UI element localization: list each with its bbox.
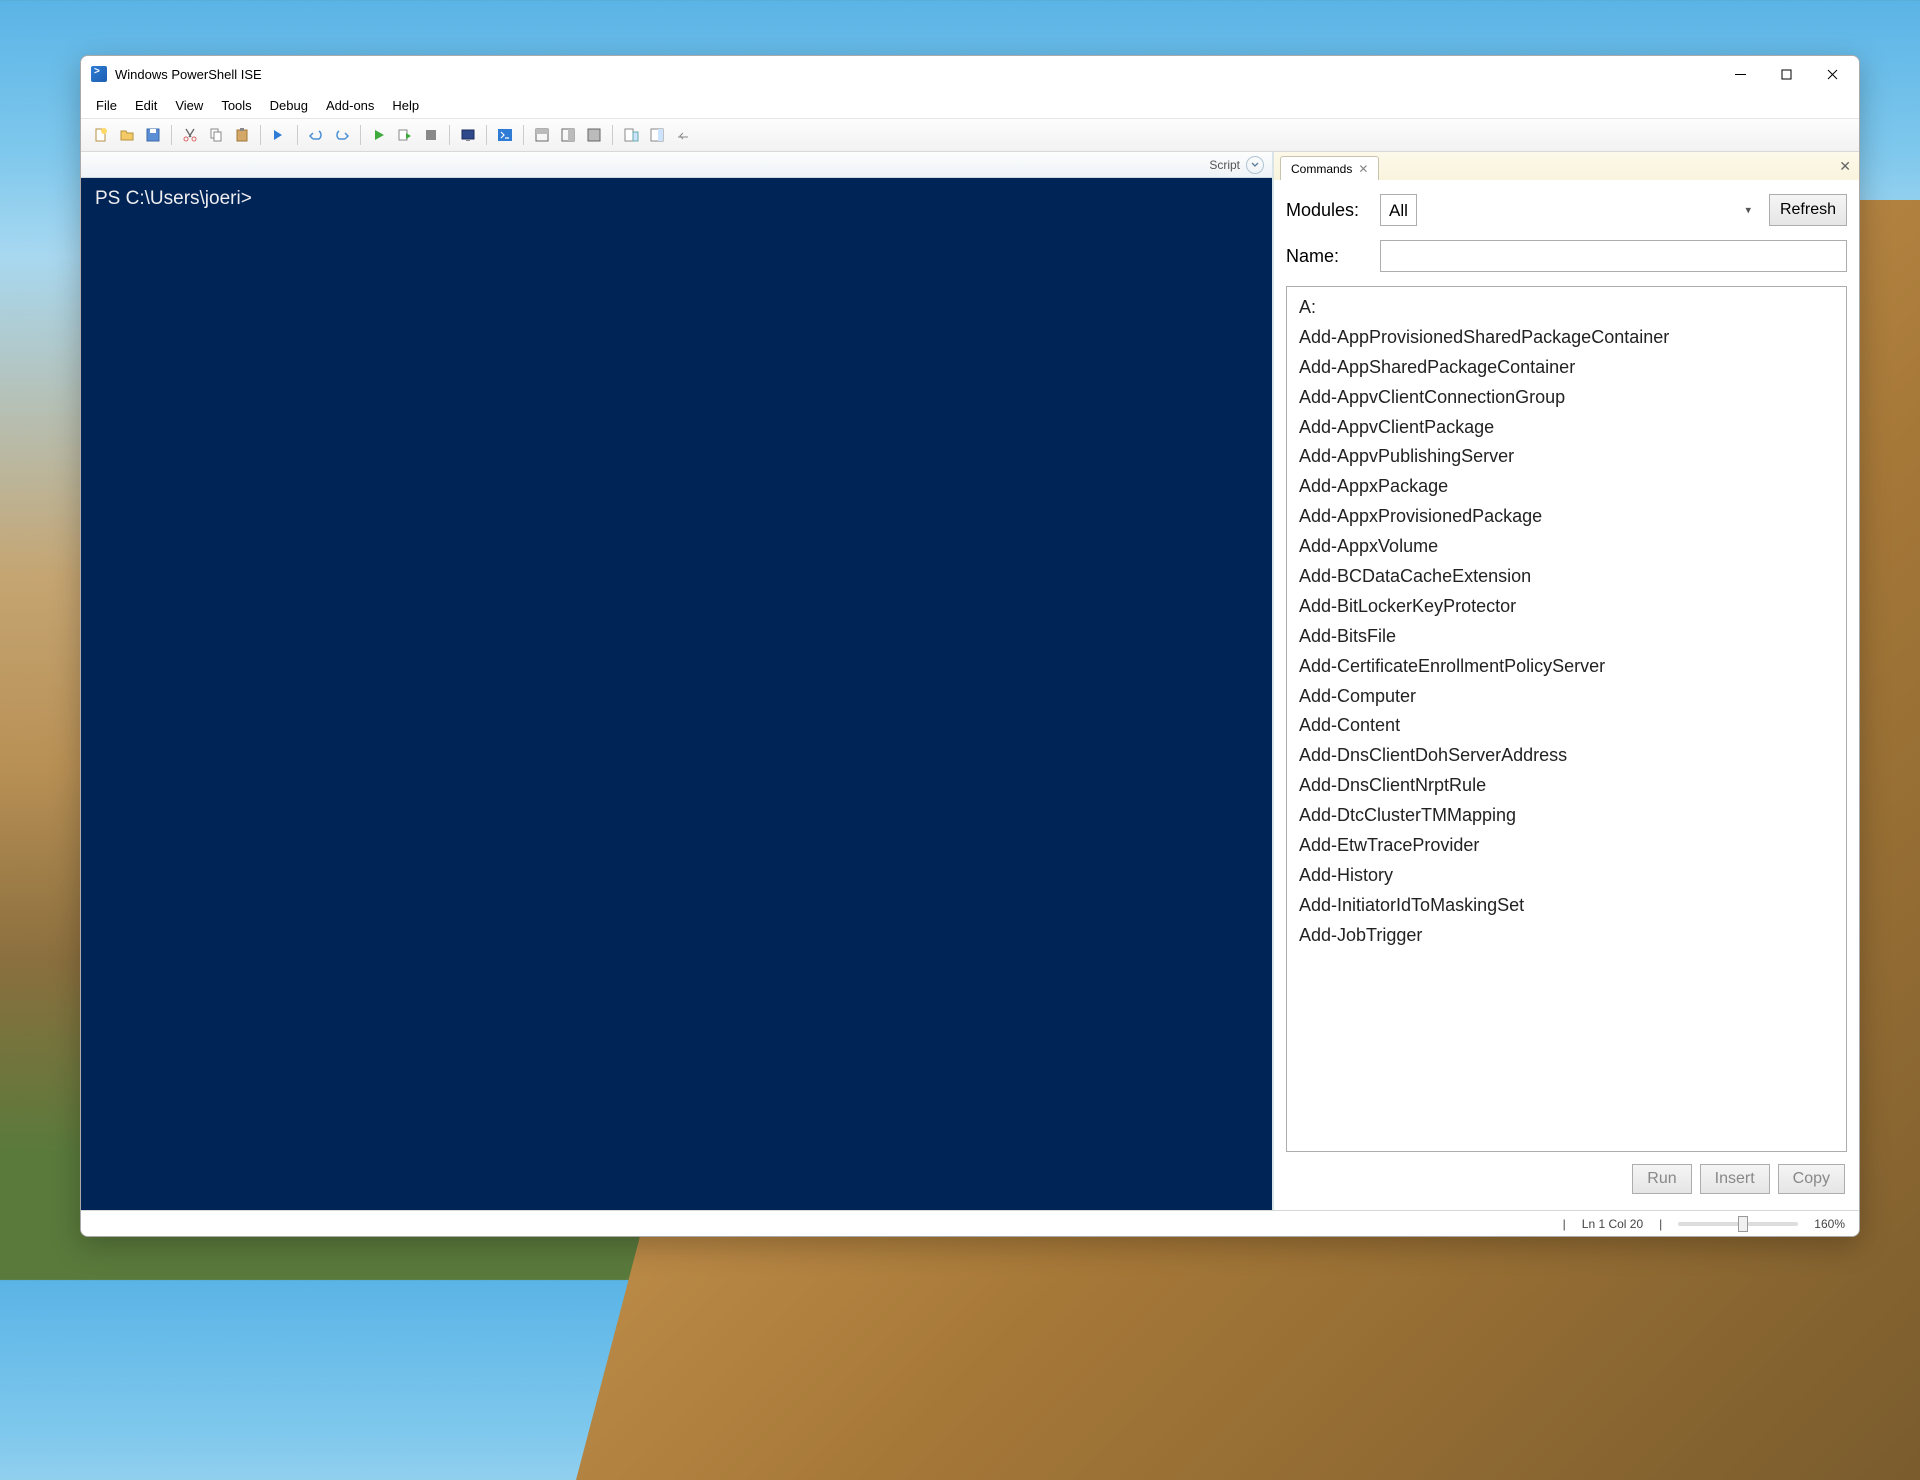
commands-list[interactable]: A:Add-AppProvisionedSharedPackageContain… xyxy=(1286,286,1847,1152)
list-item[interactable]: Add-AppxVolume xyxy=(1297,532,1836,562)
menubar: File Edit View Tools Debug Add-ons Help xyxy=(81,92,1859,118)
new-file-button[interactable] xyxy=(89,123,113,147)
workspace: Script PS C:\Users\joeri> Commands ✕ ✕ M… xyxy=(81,152,1859,1210)
panel-close-icon[interactable]: ✕ xyxy=(1839,158,1851,175)
remote-button[interactable] xyxy=(456,123,480,147)
list-item[interactable]: Add-AppProvisionedSharedPackageContainer xyxy=(1297,323,1836,353)
run-button[interactable] xyxy=(367,123,391,147)
script-label: Script xyxy=(1209,158,1240,172)
list-item[interactable]: Add-DnsClientDohServerAddress xyxy=(1297,741,1836,771)
layout-script-top-button[interactable] xyxy=(530,123,554,147)
commands-pane: Commands ✕ ✕ Modules: All ▾ Refresh xyxy=(1274,152,1859,1210)
chevron-down-icon: ▾ xyxy=(1745,204,1751,217)
list-item[interactable]: Add-CertificateEnrollmentPolicyServer xyxy=(1297,652,1836,682)
layout-script-right-button[interactable] xyxy=(556,123,580,147)
copy-button[interactable] xyxy=(204,123,228,147)
run-command-button[interactable]: Run xyxy=(1632,1164,1691,1194)
list-item[interactable]: Add-BitLockerKeyProtector xyxy=(1297,592,1836,622)
powershell-icon xyxy=(91,66,107,82)
run-selection-button[interactable] xyxy=(393,123,417,147)
expand-script-button[interactable] xyxy=(1246,156,1264,174)
refresh-button[interactable]: Refresh xyxy=(1769,194,1847,226)
stop-button[interactable] xyxy=(419,123,443,147)
save-button[interactable] xyxy=(141,123,165,147)
list-item[interactable]: Add-AppxPackage xyxy=(1297,472,1836,502)
list-item[interactable]: Add-AppvClientPackage xyxy=(1297,413,1836,443)
list-item[interactable]: Add-AppvPublishingServer xyxy=(1297,442,1836,472)
menu-addons[interactable]: Add-ons xyxy=(317,95,383,116)
console-pane[interactable]: PS C:\Users\joeri> xyxy=(81,178,1272,1210)
powershell-tab-button[interactable] xyxy=(493,123,517,147)
cursor-position: Ln 1 Col 20 xyxy=(1582,1217,1643,1231)
show-command-button[interactable] xyxy=(619,123,643,147)
insert-command-button[interactable]: Insert xyxy=(1700,1164,1770,1194)
maximize-button[interactable] xyxy=(1763,58,1809,90)
menu-edit[interactable]: Edit xyxy=(126,95,166,116)
list-item[interactable]: Add-History xyxy=(1297,861,1836,891)
list-item[interactable]: A: xyxy=(1297,293,1836,323)
menu-debug[interactable]: Debug xyxy=(261,95,317,116)
list-item[interactable]: Add-EtwTraceProvider xyxy=(1297,831,1836,861)
list-item[interactable]: Add-Content xyxy=(1297,711,1836,741)
list-item[interactable]: Add-InitiatorIdToMaskingSet xyxy=(1297,891,1836,921)
list-item[interactable]: Add-AppSharedPackageContainer xyxy=(1297,353,1836,383)
left-pane: Script PS C:\Users\joeri> xyxy=(81,152,1274,1210)
list-item[interactable]: Add-BitsFile xyxy=(1297,622,1836,652)
list-item[interactable]: Add-AppxProvisionedPackage xyxy=(1297,502,1836,532)
list-item[interactable]: Add-DnsClientNrptRule xyxy=(1297,771,1836,801)
tab-label: Commands xyxy=(1291,162,1352,176)
copy-command-button[interactable]: Copy xyxy=(1778,1164,1845,1194)
menu-view[interactable]: View xyxy=(166,95,212,116)
tab-commands[interactable]: Commands ✕ xyxy=(1280,156,1379,180)
list-item[interactable]: Add-DtcClusterTMMapping xyxy=(1297,801,1836,831)
show-command-addon-button[interactable] xyxy=(645,123,669,147)
app-window: Windows PowerShell ISE File Edit View To… xyxy=(80,55,1860,1237)
name-input[interactable] xyxy=(1380,240,1847,272)
statusbar: | Ln 1 Col 20 | 160% xyxy=(81,1210,1859,1236)
modules-label: Modules: xyxy=(1286,200,1370,221)
close-button[interactable] xyxy=(1809,58,1855,90)
tab-close-icon[interactable]: ✕ xyxy=(1358,162,1368,176)
zoom-slider[interactable] xyxy=(1678,1222,1798,1226)
list-item[interactable]: Add-BCDataCacheExtension xyxy=(1297,562,1836,592)
modules-select[interactable]: All xyxy=(1380,194,1417,226)
name-label: Name: xyxy=(1286,246,1370,267)
console-prompt: PS C:\Users\joeri> xyxy=(95,188,252,209)
open-file-button[interactable] xyxy=(115,123,139,147)
titlebar: Windows PowerShell ISE xyxy=(81,56,1859,92)
minimize-button[interactable] xyxy=(1717,58,1763,90)
redo-button[interactable] xyxy=(330,123,354,147)
list-item[interactable]: Add-AppvClientConnectionGroup xyxy=(1297,383,1836,413)
tab-strip: Commands ✕ ✕ xyxy=(1274,152,1859,180)
list-item[interactable]: Add-Computer xyxy=(1297,682,1836,712)
menu-tools[interactable]: Tools xyxy=(212,95,260,116)
list-item[interactable]: Add-JobTrigger xyxy=(1297,921,1836,951)
menu-file[interactable]: File xyxy=(87,95,126,116)
menu-help[interactable]: Help xyxy=(383,95,428,116)
run-script-button[interactable] xyxy=(267,123,291,147)
paste-button[interactable] xyxy=(230,123,254,147)
layout-script-max-button[interactable] xyxy=(582,123,606,147)
window-title: Windows PowerShell ISE xyxy=(115,67,262,82)
script-bar: Script xyxy=(81,152,1272,178)
toolbar-overflow-button[interactable] xyxy=(671,123,695,147)
zoom-level: 160% xyxy=(1814,1217,1845,1231)
commands-panel-body: Modules: All ▾ Refresh Name: A:Add-AppPr… xyxy=(1274,180,1859,1210)
toolbar xyxy=(81,118,1859,152)
cut-button[interactable] xyxy=(178,123,202,147)
undo-button[interactable] xyxy=(304,123,328,147)
